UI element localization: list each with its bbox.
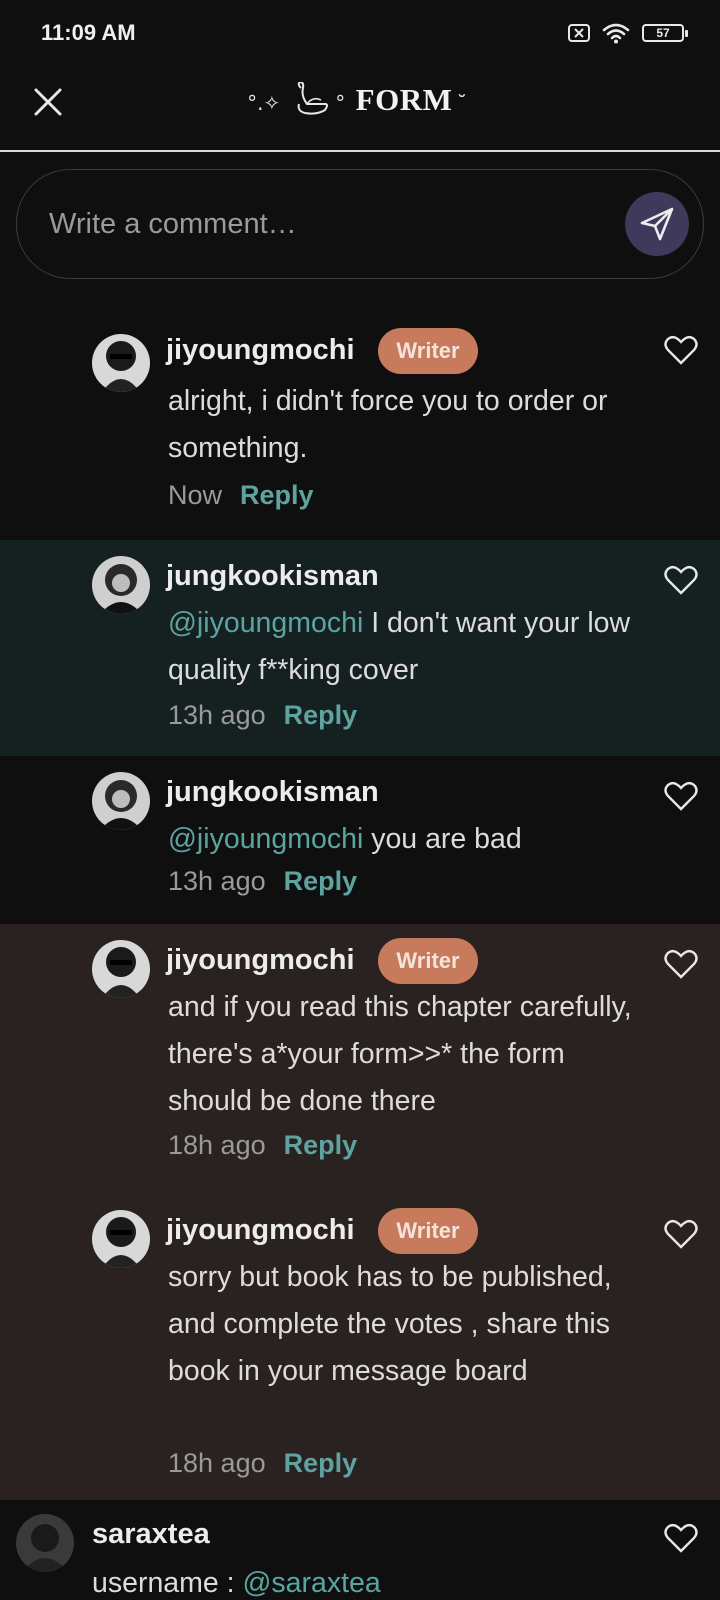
title-decoration: °.✧ [247,91,281,115]
list-item: jungkookisman @jiyoungmochi I don't want… [0,540,720,756]
reply-button[interactable]: Reply [284,700,358,730]
avatar[interactable] [92,334,150,392]
comment-username[interactable]: jiyoungmochi [166,1214,355,1247]
list-item: jiyoungmochi Writer sorry but book has t… [0,1194,720,1500]
writer-badge: Writer [378,328,478,374]
comment-time: 18h ago [168,1448,266,1478]
comment-text: @jiyoungmochi I don't want your low qual… [168,607,631,686]
battery-icon: 57 [642,24,688,42]
mention-link[interactable]: @jiyoungmochi [168,607,363,639]
comment-composer [16,169,704,279]
screen: 11:09 AM 57 °.✧ ° FORM ˘ Write a comment… [0,0,720,1600]
comment-text: @jiyoungmochi you are bad [168,823,522,855]
mention-link[interactable]: @saraxtea [243,1567,381,1599]
list-item: jiyoungmochi Writer alright, i didn't fo… [0,284,720,540]
comment-time: 13h ago [168,700,266,730]
comment-username[interactable]: jungkookisman [166,776,379,809]
send-icon [640,207,674,241]
reply-button[interactable]: Reply [284,1448,358,1478]
comment-text: username : @saraxtea [92,1567,381,1599]
heart-icon[interactable] [664,564,698,596]
header: °.✧ ° FORM ˘ [0,64,720,152]
comment-time: 13h ago [168,866,266,896]
reply-button[interactable]: Reply [240,480,314,510]
comment-time: 18h ago [168,1130,266,1160]
comment-username[interactable]: jiyoungmochi [166,944,355,977]
heart-icon[interactable] [664,780,698,812]
title-tail: ˘ [456,91,467,115]
comment-username[interactable]: jiyoungmochi [166,334,355,367]
title-text: FORM [355,82,453,117]
avatar[interactable] [92,556,150,614]
battery-level: 57 [656,26,670,40]
comment-text: and if you read this chapter carefully, … [168,991,632,1117]
heart-icon[interactable] [664,1522,698,1554]
list-item: jiyoungmochi Writer and if you read this… [0,924,720,1194]
comment-list[interactable]: jiyoungmochi Writer alright, i didn't fo… [0,284,720,1600]
comment-meta: Now Reply [168,480,314,511]
comment-username[interactable]: jungkookisman [166,560,379,593]
status-icons: 57 [568,22,688,44]
title-decoration-2: ° [335,91,346,115]
heart-icon[interactable] [664,948,698,980]
comment-meta: 18h ago Reply [168,1448,357,1479]
avatar[interactable] [92,1210,150,1268]
no-sim-icon [568,24,590,42]
comment-username[interactable]: saraxtea [92,1518,210,1551]
avatar[interactable] [16,1514,74,1572]
status-bar: 11:09 AM 57 [0,0,720,64]
comment-text: sorry but book has to be published, and … [168,1261,612,1387]
send-button[interactable] [625,192,689,256]
comment-meta: 18h ago Reply [168,1130,357,1161]
status-time: 11:09 AM [41,20,136,45]
list-item: saraxtea username : @saraxtea [0,1500,720,1600]
heart-icon[interactable] [664,1218,698,1250]
comment-meta: 13h ago Reply [168,866,357,897]
avatar[interactable] [92,940,150,998]
writer-badge: Writer [378,938,478,984]
reply-button[interactable]: Reply [284,866,358,896]
comment-meta: 13h ago Reply [168,700,357,731]
page-title: °.✧ ° FORM ˘ [0,82,720,118]
reply-button[interactable]: Reply [284,1130,358,1160]
swan-icon [297,82,328,115]
list-item: jungkookisman @jiyoungmochi you are bad … [0,756,720,924]
mention-link[interactable]: @jiyoungmochi [168,823,363,855]
comment-input[interactable] [47,200,611,248]
heart-icon[interactable] [664,334,698,366]
writer-badge: Writer [378,1208,478,1254]
comment-time: Now [168,480,223,510]
avatar[interactable] [92,772,150,830]
wifi-icon [602,23,630,44]
comment-text: alright, i didn't force you to order or … [168,385,608,464]
